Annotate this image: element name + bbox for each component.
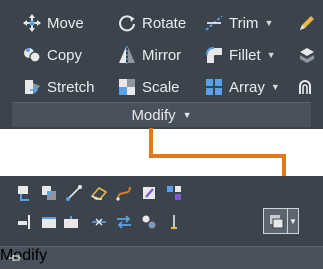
fillet-icon bbox=[204, 45, 224, 65]
copy-icon bbox=[22, 45, 42, 65]
mirror-label: Mirror bbox=[142, 46, 182, 64]
move-label: Move bbox=[47, 14, 84, 32]
draw-order-dropdown-caret[interactable]: ▼ bbox=[287, 209, 298, 233]
offset-icon[interactable] bbox=[298, 78, 316, 96]
draworder-icon[interactable] bbox=[165, 213, 183, 231]
modify-panel-compact-title-bar[interactable]: Modify bbox=[0, 246, 323, 269]
reverse-icon[interactable] bbox=[115, 213, 133, 231]
pen-icon[interactable] bbox=[140, 184, 158, 202]
lengthen-icon[interactable] bbox=[90, 213, 108, 231]
set-to-bylayer-icon[interactable] bbox=[140, 213, 158, 231]
draw-order-flyout-button[interactable]: ▼ bbox=[263, 208, 299, 234]
edit-pencil-icon[interactable] bbox=[298, 14, 316, 32]
pin-panel-icon[interactable] bbox=[8, 254, 22, 262]
array-icon bbox=[204, 77, 224, 97]
copy-icon[interactable] bbox=[40, 184, 58, 202]
rotate-button[interactable]: Rotate bbox=[117, 12, 186, 34]
array-button[interactable]: Array ▼ bbox=[204, 76, 280, 98]
rotate-icon bbox=[117, 13, 137, 33]
mirror-button[interactable]: Mirror bbox=[117, 44, 181, 66]
copy-label: Copy bbox=[47, 46, 83, 64]
modify-panel-title-bar[interactable]: Modify ▼ bbox=[12, 102, 311, 127]
trim-dropdown-caret[interactable]: ▼ bbox=[264, 18, 273, 28]
stretch-icon bbox=[22, 77, 42, 97]
stretch-icon[interactable] bbox=[65, 184, 83, 202]
array-label: Array bbox=[229, 78, 265, 96]
copy-button[interactable]: Copy bbox=[22, 44, 82, 66]
trim-icon bbox=[204, 13, 224, 33]
fillet-dropdown-caret[interactable]: ▼ bbox=[267, 50, 276, 60]
join-icon[interactable] bbox=[165, 184, 183, 202]
stretch-button[interactable]: Stretch bbox=[22, 76, 95, 98]
trim-label: Trim bbox=[229, 14, 259, 32]
fillet-button[interactable]: Fillet ▼ bbox=[204, 44, 276, 66]
scale-icon bbox=[117, 77, 137, 97]
explode-icon[interactable] bbox=[298, 46, 316, 64]
scale-label: Scale bbox=[142, 78, 180, 96]
draw-order-front-icon bbox=[268, 213, 286, 231]
curve-icon[interactable] bbox=[115, 184, 133, 202]
erase-icon[interactable] bbox=[90, 184, 108, 202]
mirror-icon bbox=[117, 45, 137, 65]
align-icon[interactable] bbox=[15, 213, 33, 231]
modify-panel-title: Modify bbox=[131, 106, 176, 124]
panel-expand-caret-icon[interactable]: ▼ bbox=[183, 110, 192, 120]
move-icon[interactable] bbox=[15, 184, 33, 202]
rotate-label: Rotate bbox=[142, 14, 187, 32]
break-at-point-icon[interactable] bbox=[62, 213, 80, 231]
scale-button[interactable]: Scale bbox=[117, 76, 180, 98]
modify-panel-body: Move Rotate Trim ▼ Copy Mirror Fillet ▼ … bbox=[0, 0, 323, 102]
stretch-label: Stretch bbox=[47, 78, 95, 96]
fillet-label: Fillet bbox=[229, 46, 261, 64]
move-icon bbox=[22, 13, 42, 33]
move-button[interactable]: Move bbox=[22, 12, 84, 34]
trim-button[interactable]: Trim ▼ bbox=[204, 12, 273, 34]
break-icon[interactable] bbox=[40, 213, 58, 231]
modify-panel-expanded: Move Rotate Trim ▼ Copy Mirror Fillet ▼ … bbox=[0, 0, 323, 129]
array-dropdown-caret[interactable]: ▼ bbox=[271, 82, 280, 92]
